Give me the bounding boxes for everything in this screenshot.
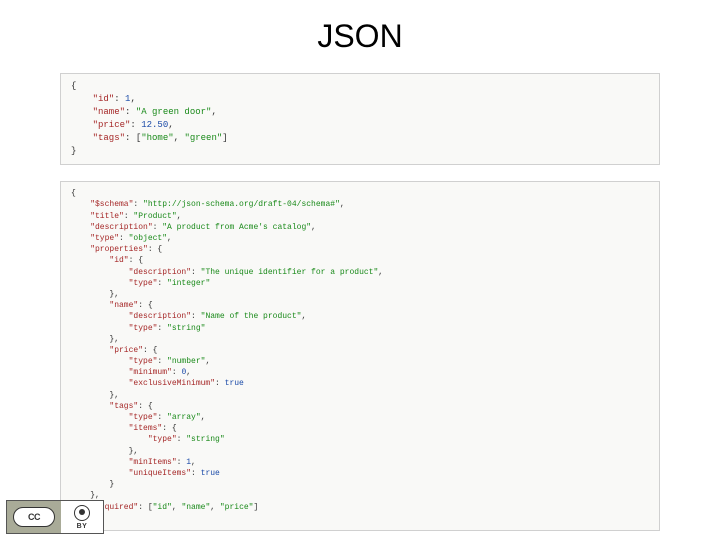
- json-string: "array": [167, 413, 201, 422]
- json-key: "type": [129, 324, 158, 333]
- by-label: BY: [77, 523, 88, 530]
- json-key: "type": [129, 413, 158, 422]
- json-key: "description": [90, 223, 152, 232]
- json-string: "number": [167, 357, 205, 366]
- json-key: "description": [129, 268, 191, 277]
- json-key: "price": [93, 120, 131, 130]
- json-key: "id": [109, 256, 128, 265]
- json-string: "name": [181, 503, 210, 512]
- json-key: "tags": [93, 133, 125, 143]
- by-person-icon: [74, 505, 90, 521]
- json-key: "$schema": [90, 200, 133, 209]
- json-key: "type": [129, 357, 158, 366]
- json-key: "title": [90, 212, 124, 221]
- page-title: JSON: [0, 0, 720, 67]
- json-schema-block: { "$schema": "http://json-schema.org/dra…: [60, 181, 660, 531]
- json-key: "minItems": [129, 458, 177, 467]
- json-string: "price": [220, 503, 254, 512]
- json-string: "Product": [133, 212, 176, 221]
- json-string: "integer": [167, 279, 210, 288]
- json-key: "description": [129, 312, 191, 321]
- cc-logo-icon: CC: [13, 507, 55, 527]
- json-string: "green": [184, 133, 222, 143]
- brace-close: }: [71, 146, 76, 156]
- json-key: "name": [109, 301, 138, 310]
- json-string: "home": [141, 133, 173, 143]
- brace-open: {: [71, 189, 76, 198]
- json-key: "name": [93, 107, 125, 117]
- json-key: "tags": [109, 402, 138, 411]
- json-bool: true: [201, 469, 220, 478]
- json-string: "string": [167, 324, 205, 333]
- json-string: "A product from Acme's catalog": [162, 223, 311, 232]
- json-string: "Name of the product": [201, 312, 302, 321]
- cc-badge-left: CC: [7, 501, 61, 533]
- json-key: "type": [129, 279, 158, 288]
- json-key: "type": [148, 435, 177, 444]
- json-string: "http://json-schema.org/draft-04/schema#…: [143, 200, 340, 209]
- cc-license-badge: CC BY: [6, 500, 104, 534]
- json-string: "A green door": [136, 107, 212, 117]
- footer: CC BY: [6, 500, 104, 534]
- json-key: "type": [90, 234, 119, 243]
- json-key: "minimum": [129, 368, 172, 377]
- json-number: 1: [125, 94, 130, 104]
- json-number: 0: [181, 368, 186, 377]
- json-bool: true: [225, 379, 244, 388]
- json-example-block: { "id": 1, "name": "A green door", "pric…: [60, 73, 660, 165]
- by-person-head-icon: [79, 509, 85, 515]
- json-key: "exclusiveMinimum": [129, 379, 215, 388]
- json-string: "id": [153, 503, 172, 512]
- json-key: "price": [109, 346, 143, 355]
- json-string: "string": [186, 435, 224, 444]
- json-key: "items": [129, 424, 163, 433]
- json-key: "properties": [90, 245, 148, 254]
- json-key: "uniqueItems": [129, 469, 191, 478]
- brace-open: {: [71, 81, 76, 91]
- json-number: 1: [186, 458, 191, 467]
- json-string: "The unique identifier for a product": [201, 268, 379, 277]
- json-number: 12.50: [141, 120, 168, 130]
- cc-badge-right: BY: [61, 501, 103, 533]
- json-string: "object": [129, 234, 167, 243]
- json-key: "id": [93, 94, 115, 104]
